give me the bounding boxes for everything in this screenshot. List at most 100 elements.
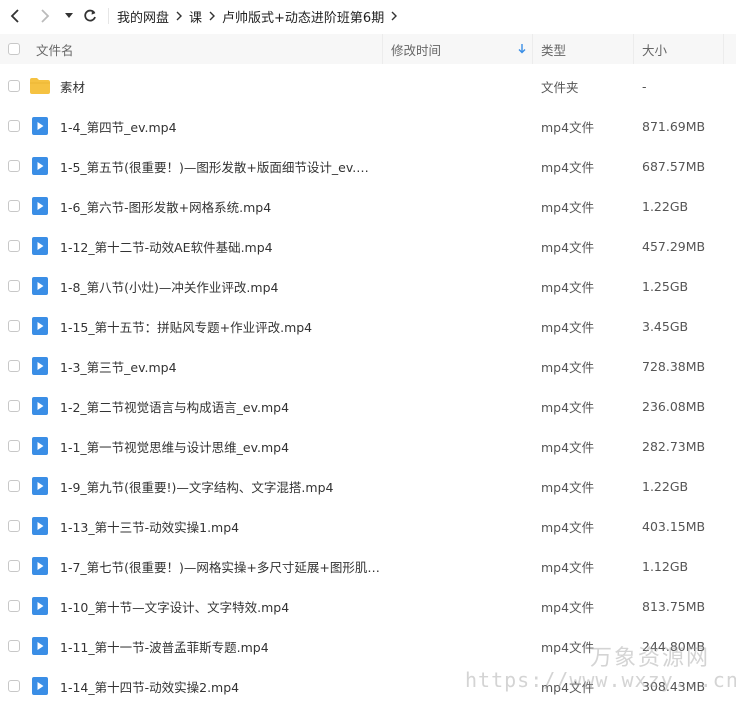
- file-type: mp4文件: [541, 279, 595, 295]
- file-name[interactable]: 1-6_第六节-图形发散+网格系统.mp4: [60, 197, 271, 216]
- row-checkbox[interactable]: [0, 640, 28, 652]
- file-row[interactable]: 1-4_第四节_ev.mp4 mp4文件 871.69MB: [0, 106, 736, 146]
- column-header-size-label: 大小: [642, 42, 668, 58]
- file-name[interactable]: 1-4_第四节_ev.mp4: [60, 117, 177, 136]
- video-file-icon: [30, 676, 50, 696]
- row-checkbox[interactable]: [0, 480, 28, 492]
- checkbox-box: [8, 680, 20, 692]
- file-name[interactable]: 1-8_第八节(小灶)—冲关作业评改.mp4: [60, 277, 278, 296]
- file-row[interactable]: 素材 文件夹 -: [0, 66, 736, 106]
- column-header-mtime[interactable]: 修改时间: [383, 34, 533, 64]
- select-all-checkbox[interactable]: [0, 43, 28, 55]
- file-name-cell: 1-7_第七节(很重要！)—网格实操+多尺寸延展+图形肌理...: [28, 556, 383, 576]
- column-header-type[interactable]: 类型: [533, 34, 634, 64]
- file-row[interactable]: 1-6_第六节-图形发散+网格系统.mp4 mp4文件 1.22GB: [0, 186, 736, 226]
- file-size: 871.69MB: [642, 118, 706, 134]
- file-row[interactable]: 1-7_第七节(很重要！)—网格实操+多尺寸延展+图形肌理... mp4文件 1.1…: [0, 546, 736, 586]
- toolbar-divider: [108, 8, 109, 24]
- back-button[interactable]: [0, 0, 30, 32]
- file-row[interactable]: 1-3_第三节_ev.mp4 mp4文件 728.38MB: [0, 346, 736, 386]
- file-size: 1.12GB: [642, 558, 689, 574]
- file-row[interactable]: 1-13_第十三节-动效实操1.mp4 mp4文件 403.15MB: [0, 506, 736, 546]
- checkbox-box: [8, 600, 20, 612]
- video-file-icon: [30, 236, 50, 256]
- file-type: mp4文件: [541, 159, 595, 175]
- row-checkbox[interactable]: [0, 200, 28, 212]
- video-file-icon: [30, 356, 50, 376]
- file-name-cell: 1-4_第四节_ev.mp4: [28, 116, 383, 136]
- file-name[interactable]: 1-5_第五节(很重要！)—图形发散+版面细节设计_ev.mp4: [60, 157, 380, 176]
- checkbox-box: [8, 560, 20, 572]
- file-name[interactable]: 1-12_第十二节-动效AE软件基础.mp4: [60, 237, 273, 256]
- file-row[interactable]: 1-9_第九节(很重要!)—文字结构、文字混搭.mp4 mp4文件 1.22GB: [0, 466, 736, 506]
- file-row[interactable]: 1-8_第八节(小灶)—冲关作业评改.mp4 mp4文件 1.25GB: [0, 266, 736, 306]
- file-name[interactable]: 1-7_第七节(很重要！)—网格实操+多尺寸延展+图形肌理...: [60, 557, 380, 576]
- file-type: 文件夹: [541, 79, 579, 95]
- row-checkbox[interactable]: [0, 360, 28, 372]
- file-size: 236.08MB: [642, 398, 706, 414]
- file-size: 728.38MB: [642, 358, 706, 374]
- file-name-cell: 1-10_第十节—文字设计、文字特效.mp4: [28, 596, 383, 616]
- file-name-cell: 1-12_第十二节-动效AE软件基础.mp4: [28, 236, 383, 256]
- row-checkbox[interactable]: [0, 680, 28, 692]
- file-row[interactable]: 1-2_第二节视觉语言与构成语言_ev.mp4 mp4文件 236.08MB: [0, 386, 736, 426]
- toolbar: 我的网盘 课 卢帅版式+动态进阶班第6期: [0, 0, 736, 32]
- file-size: 457.29MB: [642, 238, 706, 254]
- chevron-right-icon: [176, 11, 183, 21]
- checkbox-box: [8, 43, 20, 55]
- file-size: 282.73MB: [642, 438, 706, 454]
- video-file-icon: [30, 156, 50, 176]
- file-name[interactable]: 1-14_第十四节-动效实操2.mp4: [60, 677, 239, 696]
- column-header-size[interactable]: 大小: [634, 34, 724, 64]
- file-name[interactable]: 素材: [60, 77, 85, 96]
- chevron-right-icon: [391, 11, 398, 21]
- file-name[interactable]: 1-15_第十五节：拼贴风专题+作业评改.mp4: [60, 317, 312, 336]
- breadcrumb-item-current[interactable]: 卢帅版式+动态进阶班第6期: [222, 7, 384, 26]
- video-file-icon: [30, 316, 50, 336]
- file-name[interactable]: 1-2_第二节视觉语言与构成语言_ev.mp4: [60, 397, 289, 416]
- file-row[interactable]: 1-12_第十二节-动效AE软件基础.mp4 mp4文件 457.29MB: [0, 226, 736, 266]
- breadcrumb-item-root[interactable]: 我的网盘: [117, 7, 169, 26]
- file-row[interactable]: 1-10_第十节—文字设计、文字特效.mp4 mp4文件 813.75MB: [0, 586, 736, 626]
- file-row[interactable]: 1-15_第十五节：拼贴风专题+作业评改.mp4 mp4文件 3.45GB: [0, 306, 736, 346]
- row-checkbox[interactable]: [0, 440, 28, 452]
- file-name[interactable]: 1-13_第十三节-动效实操1.mp4: [60, 517, 239, 536]
- sort-arrow-down-icon: [518, 44, 526, 54]
- checkbox-box: [8, 240, 20, 252]
- breadcrumb-item-course[interactable]: 课: [189, 7, 202, 26]
- file-row[interactable]: 1-5_第五节(很重要！)—图形发散+版面细节设计_ev.mp4 mp4文件 687…: [0, 146, 736, 186]
- file-size: 403.15MB: [642, 518, 706, 534]
- file-size: 3.45GB: [642, 318, 689, 334]
- column-header-name-label: 文件名: [36, 42, 74, 58]
- checkbox-box: [8, 280, 20, 292]
- file-name[interactable]: 1-10_第十节—文字设计、文字特效.mp4: [60, 597, 289, 616]
- row-checkbox[interactable]: [0, 160, 28, 172]
- row-checkbox[interactable]: [0, 80, 28, 92]
- file-name[interactable]: 1-11_第十一节-波普孟菲斯专题.mp4: [60, 637, 269, 656]
- row-checkbox[interactable]: [0, 120, 28, 132]
- checkbox-box: [8, 480, 20, 492]
- file-name[interactable]: 1-1_第一节视觉思维与设计思维_ev.mp4: [60, 437, 289, 456]
- checkbox-box: [8, 80, 20, 92]
- video-file-icon: [30, 476, 50, 496]
- row-checkbox[interactable]: [0, 560, 28, 572]
- file-name-cell: 1-15_第十五节：拼贴风专题+作业评改.mp4: [28, 316, 383, 336]
- forward-button[interactable]: [30, 0, 60, 32]
- column-header-mtime-label: 修改时间: [391, 42, 442, 58]
- watermark-url: https://www.wxzy...cn: [465, 668, 736, 692]
- column-header-type-label: 类型: [541, 42, 567, 58]
- row-checkbox[interactable]: [0, 400, 28, 412]
- video-file-icon: [30, 516, 50, 536]
- file-name[interactable]: 1-9_第九节(很重要!)—文字结构、文字混搭.mp4: [60, 477, 333, 496]
- file-row[interactable]: 1-1_第一节视觉思维与设计思维_ev.mp4 mp4文件 282.73MB: [0, 426, 736, 466]
- row-checkbox[interactable]: [0, 320, 28, 332]
- row-checkbox[interactable]: [0, 600, 28, 612]
- history-dropdown-button[interactable]: [60, 0, 78, 32]
- row-checkbox[interactable]: [0, 240, 28, 252]
- video-file-icon: [30, 556, 50, 576]
- row-checkbox[interactable]: [0, 280, 28, 292]
- row-checkbox[interactable]: [0, 520, 28, 532]
- refresh-button[interactable]: [78, 0, 102, 32]
- column-header-name[interactable]: 文件名: [28, 34, 383, 64]
- file-name[interactable]: 1-3_第三节_ev.mp4: [60, 357, 177, 376]
